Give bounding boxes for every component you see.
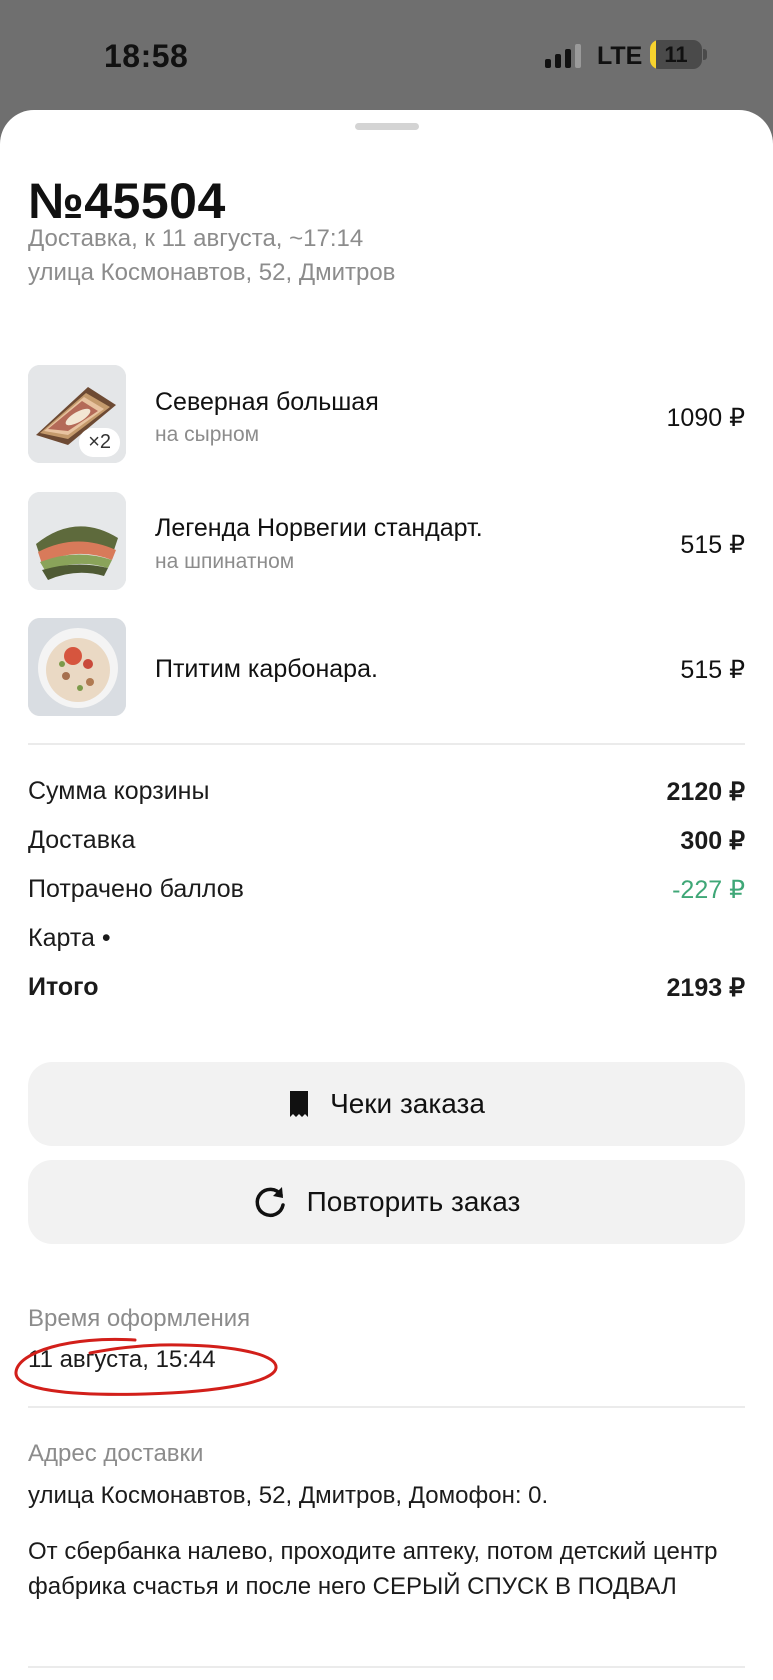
delivery-cost-value: 300 ₽ <box>680 827 745 855</box>
receipt-icon <box>290 1091 309 1117</box>
wrap-sandwich-photo-icon <box>28 492 126 590</box>
basket-sum-value: 2120 ₽ <box>666 778 745 806</box>
order-number: №45504 <box>28 173 226 229</box>
delivery-comment: От сбербанка налево, проходите аптеку, п… <box>28 1538 718 1600</box>
divider <box>28 1666 745 1668</box>
repeat-order-button[interactable]: Повторить заказ <box>28 1160 745 1244</box>
delivery-address-value: улица Космонавтов, 52, Дмитров, Домофон:… <box>28 1482 549 1509</box>
status-time: 18:58 <box>104 38 189 74</box>
item-modifier: на шпинатном <box>155 550 295 573</box>
basket-sum-label: Сумма корзины <box>28 777 210 805</box>
item-price: 515 ₽ <box>680 656 745 684</box>
order-receipts-button[interactable]: Чеки заказа <box>28 1062 745 1146</box>
network-type: LTE <box>597 42 643 70</box>
created-time-label: Время оформления <box>28 1305 251 1332</box>
order-details-sheet: №45504 Доставка, к 11 августа, ~17:14 ул… <box>0 110 773 1680</box>
payment-card-label: Карта • <box>28 924 111 952</box>
salad-bowl-photo-icon <box>28 618 126 716</box>
total-label: Итого <box>28 973 99 1001</box>
repeat-order-label: Повторить заказ <box>306 1186 521 1217</box>
points-spent-label: Потрачено баллов <box>28 875 244 903</box>
delivery-address-label: Адрес доставки <box>28 1440 204 1467</box>
item-photo-ptitim-carbonara <box>28 618 126 716</box>
battery-percent: 11 <box>664 42 688 67</box>
item-price: 1090 ₽ <box>666 404 745 432</box>
points-spent-value: -227 ₽ <box>672 876 745 904</box>
item-quantity-badge: ×2 <box>79 428 120 457</box>
item-name: Легенда Норвегии стандарт. <box>155 514 483 542</box>
divider <box>28 743 745 745</box>
battery-icon: 11 <box>650 40 702 69</box>
cellular-signal-icon <box>545 42 585 68</box>
item-name: Северная большая <box>155 388 379 416</box>
item-photo-norway-wrap <box>28 492 126 590</box>
total-value: 2193 ₽ <box>666 974 745 1002</box>
item-modifier: на сырном <box>155 423 260 446</box>
delivery-address-line: улица Космонавтов, 52, Дмитров <box>28 259 396 286</box>
item-photo-northern-wrap: ×2 <box>28 365 126 463</box>
delivery-time-line: Доставка, к 11 августа, ~17:14 <box>28 225 364 252</box>
order-receipts-label: Чеки заказа <box>330 1088 485 1119</box>
sheet-grabber-handle[interactable] <box>355 123 419 130</box>
red-circle-annotation <box>14 1337 278 1396</box>
status-bar: 18:58 LTE 11 <box>0 0 773 110</box>
divider <box>28 1406 745 1408</box>
refresh-icon <box>255 1187 285 1218</box>
delivery-cost-label: Доставка <box>28 826 136 854</box>
item-price: 515 ₽ <box>680 531 745 559</box>
battery-cap <box>703 49 707 60</box>
item-name: Птитим карбонара. <box>155 655 378 683</box>
